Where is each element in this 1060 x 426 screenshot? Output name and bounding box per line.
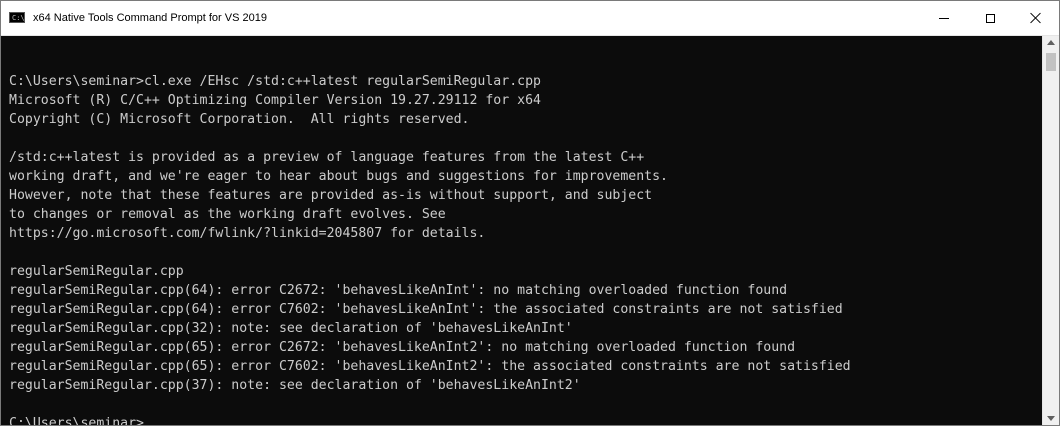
console-line: regularSemiRegular.cpp(32): note: see de… <box>9 321 573 336</box>
window-title: x64 Native Tools Command Prompt for VS 2… <box>33 12 267 24</box>
close-icon <box>1030 12 1042 24</box>
console-line: regularSemiRegular.cpp(64): error C2672:… <box>9 283 788 298</box>
console-line: working draft, and we're eager to hear a… <box>9 169 668 184</box>
console-lines: C:\Users\seminar>cl.exe /EHsc /std:c++la… <box>9 53 851 425</box>
terminal-icon[interactable]: C:\ <box>9 12 25 23</box>
vertical-scrollbar[interactable] <box>1042 36 1059 425</box>
console-output[interactable]: C:\Users\seminar>cl.exe /EHsc /std:c++la… <box>1 36 1042 425</box>
console-line: regularSemiRegular.cpp(64): error C7602:… <box>9 302 843 317</box>
maximize-icon <box>985 13 995 23</box>
console-line: Microsoft (R) C/C++ Optimizing Compiler … <box>9 93 541 108</box>
console-line: regularSemiRegular.cpp <box>9 264 184 279</box>
console-line: C:\Users\seminar> <box>9 416 144 425</box>
console-line: However, note that these features are pr… <box>9 188 653 203</box>
console-line: https://go.microsoft.com/fwlink/?linkid=… <box>9 226 486 241</box>
console-line: Copyright (C) Microsoft Corporation. All… <box>9 112 470 127</box>
title-bar[interactable]: C:\ x64 Native Tools Command Prompt for … <box>1 1 1059 36</box>
console-line: regularSemiRegular.cpp(65): error C7602:… <box>9 359 851 374</box>
scrollbar-thumb[interactable] <box>1046 53 1056 71</box>
scroll-up-arrow-icon[interactable] <box>1047 40 1055 45</box>
minimize-icon <box>939 17 949 19</box>
console-line: regularSemiRegular.cpp(37): note: see de… <box>9 378 581 393</box>
maximize-button[interactable] <box>967 1 1013 35</box>
console-line: to changes or removal as the working dra… <box>9 207 446 222</box>
minimize-button[interactable] <box>921 1 967 35</box>
close-button[interactable] <box>1013 1 1059 35</box>
scroll-down-arrow-icon[interactable] <box>1047 416 1055 421</box>
console-line: /std:c++latest is provided as a preview … <box>9 150 645 165</box>
console-line: C:\Users\seminar>cl.exe /EHsc /std:c++la… <box>9 74 541 89</box>
console-line: regularSemiRegular.cpp(65): error C2672:… <box>9 340 796 355</box>
terminal-icon-text: C:\ <box>12 14 25 22</box>
console-window: C:\ x64 Native Tools Command Prompt for … <box>0 0 1060 426</box>
